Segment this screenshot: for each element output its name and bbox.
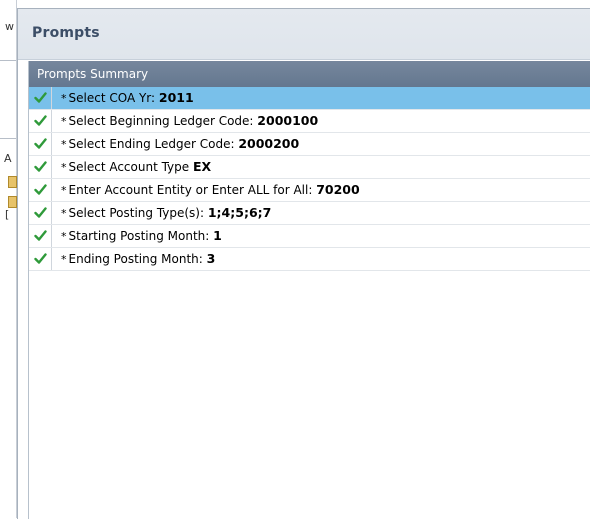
required-marker: * [61,230,67,243]
background-window-edge: w A [ [0,0,17,518]
prompt-value: 2000100 [257,113,319,128]
prompt-row[interactable]: * Select Account Type EX [29,156,590,179]
prompts-summary-label: Prompts Summary [37,67,149,81]
prompts-dialog: Prompts Prompts Summary * Select COA Yr: … [17,8,590,519]
prompt-label: Enter Account Entity or Enter ALL for Al… [68,183,317,197]
folder-icon [8,176,17,188]
background-glyph: w [5,20,14,33]
prompt-label: Select Posting Type(s): [68,206,208,220]
prompt-value: 1 [213,228,222,243]
status-cell [29,202,52,224]
background-glyph: [ [5,208,10,221]
prompt-value: 1;4;5;6;7 [207,205,272,220]
status-cell [29,87,52,109]
required-marker: * [61,207,67,220]
background-divider [0,60,16,61]
status-cell [29,133,52,155]
prompt-text: * Ending Posting Month: 3 [61,251,215,266]
prompt-text: * Enter Account Entity or Enter ALL for A… [61,182,360,197]
prompt-row[interactable]: * Select Posting Type(s): 1;4;5;6;7 [29,202,590,225]
prompt-row[interactable]: * Enter Account Entity or Enter ALL for A… [29,179,590,202]
required-marker: * [61,115,67,128]
status-cell [29,225,52,247]
prompt-row[interactable]: * Ending Posting Month: 3 [29,248,590,271]
status-cell [29,179,52,201]
required-marker: * [61,161,67,174]
prompt-value: 70200 [316,182,360,197]
checkmark-icon [34,138,47,149]
prompt-value: 2000200 [238,136,300,151]
prompt-label: Select Account Type [68,160,193,174]
prompt-label: Select Ending Ledger Code: [68,137,239,151]
prompt-text: * Select Posting Type(s): 1;4;5;6;7 [61,205,271,220]
prompt-value: 2011 [158,90,194,105]
prompt-row[interactable]: * Select Ending Ledger Code: 2000200 [29,133,590,156]
checkmark-icon [34,184,47,195]
checkmark-icon [34,161,47,172]
prompt-value: EX [192,159,212,174]
folder-icon [8,196,17,208]
status-cell [29,248,52,270]
checkmark-icon [34,230,47,241]
dialog-title: Prompts [32,25,100,41]
dialog-header: Prompts [18,9,590,60]
prompt-label: Ending Posting Month: [68,252,207,266]
prompts-body: Prompts Summary * Select COA Yr: 2011 * Sel… [28,61,590,519]
prompt-text: * Select Ending Ledger Code: 2000200 [61,136,299,151]
prompt-row[interactable]: * Starting Posting Month: 1 [29,225,590,248]
checkmark-icon [34,92,47,103]
prompt-row[interactable]: * Select Beginning Ledger Code: 2000100 [29,110,590,133]
prompt-text: * Select COA Yr: 2011 [61,90,194,105]
required-marker: * [61,138,67,151]
prompt-text: * Select Beginning Ledger Code: 2000100 [61,113,318,128]
status-cell [29,156,52,178]
checkmark-icon [34,115,47,126]
background-glyph: A [4,152,12,165]
prompt-text: * Select Account Type EX [61,159,211,174]
background-divider [0,138,16,139]
prompt-label: Select Beginning Ledger Code: [68,114,258,128]
prompt-row[interactable]: * Select COA Yr: 2011 [29,87,590,110]
prompt-label: Starting Posting Month: [68,229,214,243]
prompts-summary-header: Prompts Summary [29,61,590,87]
prompt-label: Select COA Yr: [68,91,159,105]
prompt-value: 3 [206,251,216,266]
required-marker: * [61,184,67,197]
prompt-text: * Starting Posting Month: 1 [61,228,222,243]
status-cell [29,110,52,132]
required-marker: * [61,253,67,266]
checkmark-icon [34,253,47,264]
prompt-list: * Select COA Yr: 2011 * Select Beginning Le… [29,87,590,271]
required-marker: * [61,92,67,105]
checkmark-icon [34,207,47,218]
